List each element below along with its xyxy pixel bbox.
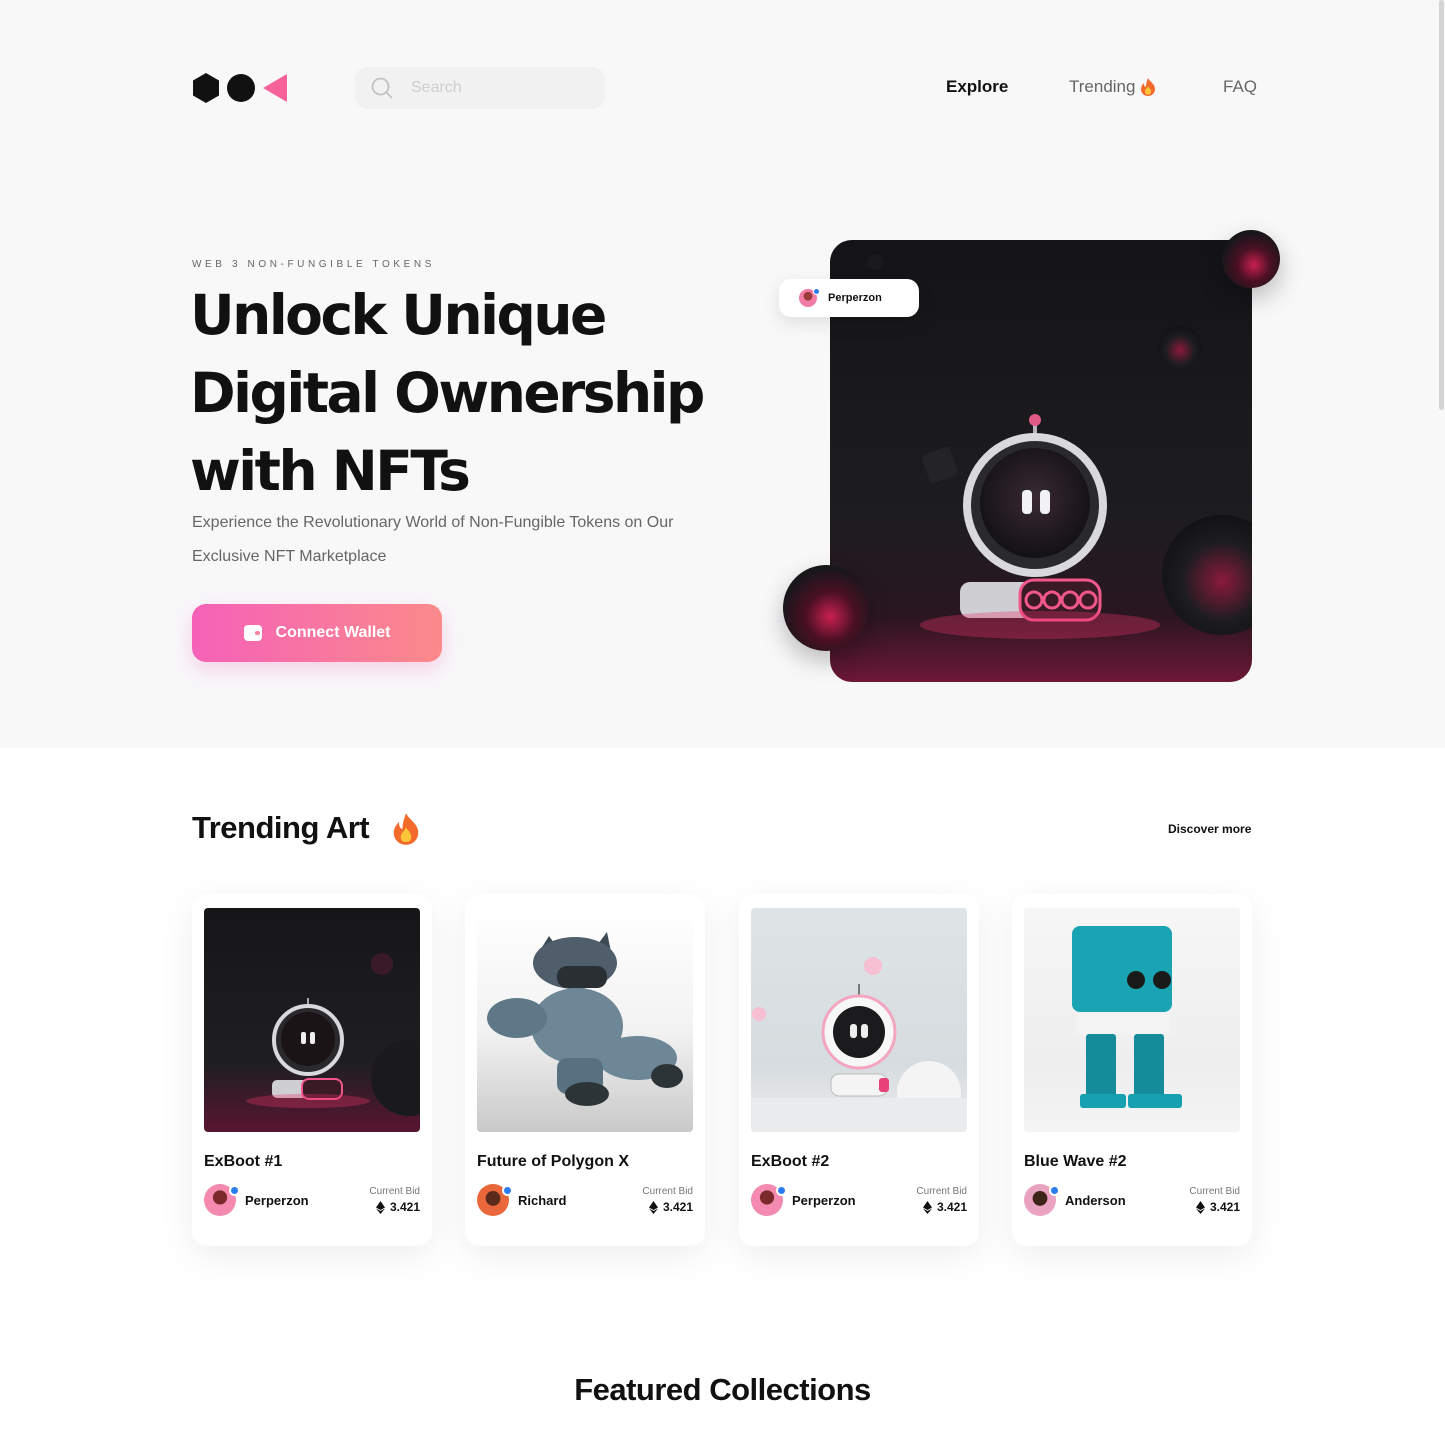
flame-icon [393,813,419,845]
bid-label: Current Bid [916,1186,967,1197]
nav-trending[interactable]: Trending [1069,77,1135,97]
nft-card[interactable]: ExBoot #1 Perperzon Current Bid 3.421 [192,894,432,1246]
nft-title[interactable]: Blue Wave #2 [1024,1153,1127,1171]
creator-badge[interactable]: Perperzon [779,279,919,317]
verified-icon [502,1185,513,1196]
owner-name[interactable]: Richard [518,1193,566,1208]
search-bar[interactable]: Search [355,67,605,109]
bid-label: Current Bid [369,1186,420,1197]
flame-icon [1141,78,1155,96]
ethereum-icon [375,1200,385,1214]
connect-wallet-button[interactable]: Connect Wallet [192,604,442,662]
owner-name[interactable]: Perperzon [245,1193,309,1208]
bid-amount: 3.421 [662,1200,693,1214]
nft-title[interactable]: ExBoot #1 [204,1153,282,1171]
bid-value: 3.421 [922,1200,967,1214]
hero-title-line: Unlock Unique [190,283,607,347]
bid-amount: 3.421 [936,1200,967,1214]
ethereum-icon [1195,1200,1205,1214]
bid-value: 3.421 [1195,1200,1240,1214]
owner-name[interactable]: Anderson [1065,1193,1126,1208]
scrollbar[interactable] [1439,0,1444,410]
verified-icon [813,288,820,295]
hero-title-line: with NFTs [190,439,471,503]
owner-name[interactable]: Perperzon [792,1193,856,1208]
bid-label: Current Bid [1189,1186,1240,1197]
nft-card[interactable]: Blue Wave #2 Anderson Current Bid 3.421 [1012,894,1252,1246]
nft-title[interactable]: Future of Polygon X [477,1153,629,1171]
bid-value: 3.421 [375,1200,420,1214]
hero-title: Unlock Unique Digital Ownership with NFT… [190,276,730,510]
nft-image[interactable] [204,908,420,1132]
hero-subtitle: Experience the Revolutionary World of No… [192,514,674,565]
featured-collections-title: Featured Collections [574,1372,871,1407]
nav-explore[interactable]: Explore [946,77,1008,97]
nft-card[interactable]: Future of Polygon X Richard Current Bid … [465,894,705,1246]
search-icon [371,77,393,99]
decor-sphere [1222,230,1280,288]
brand-logo[interactable] [192,72,292,104]
verified-icon [1049,1185,1060,1196]
discover-more-link[interactable]: Discover more [1168,822,1251,836]
decor-sphere [783,565,869,651]
ethereum-icon [648,1200,658,1214]
bid-amount: 3.421 [1209,1200,1240,1214]
nav-faq[interactable]: FAQ [1223,77,1257,97]
connect-wallet-label: Connect Wallet [275,624,391,641]
bid-label: Current Bid [642,1186,693,1197]
nft-card[interactable]: ExBoot #2 Perperzon Current Bid 3.421 [739,894,979,1246]
search-input[interactable]: Search [411,79,462,97]
hero-eyebrow: WEB 3 NON-FUNGIBLE TOKENS [192,259,435,270]
creator-name: Perperzon [828,292,882,304]
wallet-icon [243,625,262,641]
ethereum-icon [922,1200,932,1214]
verified-icon [776,1185,787,1196]
nft-image[interactable] [477,908,693,1132]
bid-value: 3.421 [648,1200,693,1214]
trending-title: Trending Art [192,810,370,845]
nft-title[interactable]: ExBoot #2 [751,1153,829,1171]
nft-image[interactable] [1024,908,1240,1132]
hero-title-line: Digital Ownership [190,361,705,425]
nft-image[interactable] [751,908,967,1132]
verified-icon [229,1185,240,1196]
bid-amount: 3.421 [389,1200,420,1214]
